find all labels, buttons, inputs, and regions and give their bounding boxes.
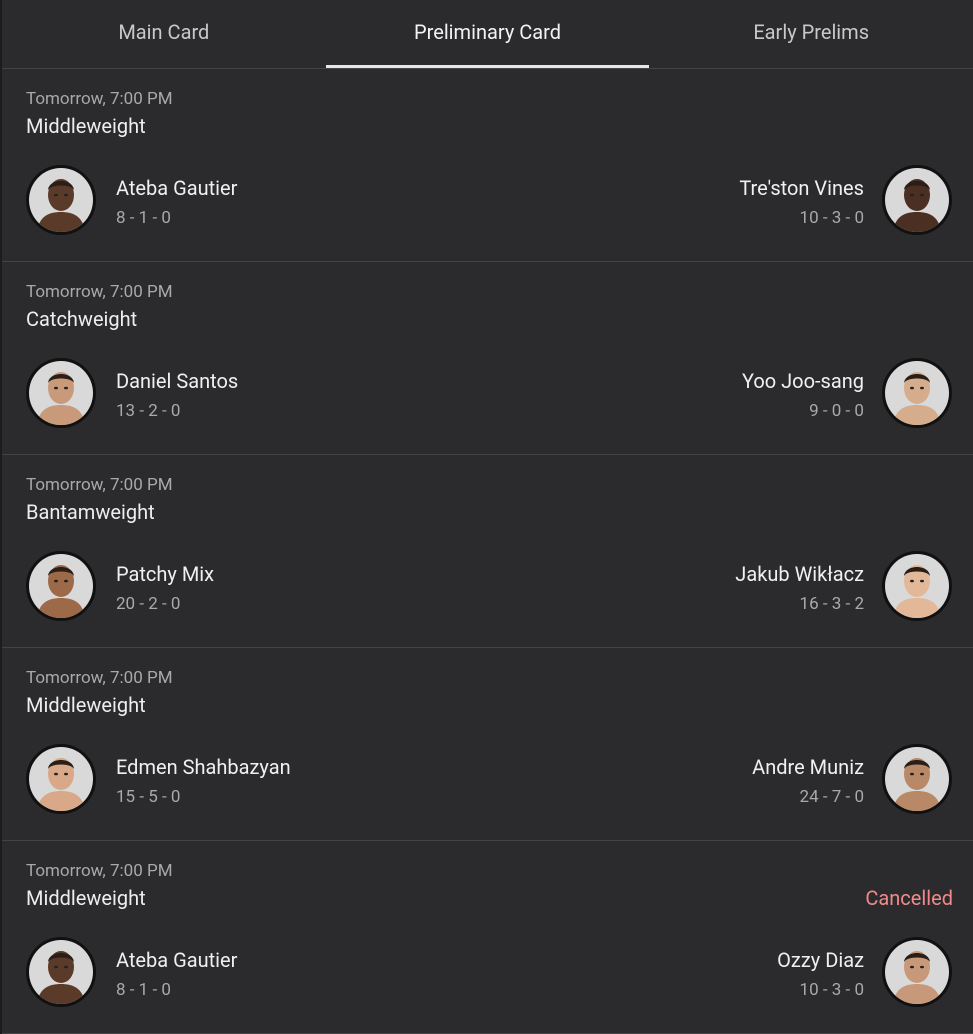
fighter-avatar-left[interactable] bbox=[26, 358, 96, 428]
fighter-avatar-right[interactable] bbox=[882, 358, 952, 428]
fighter-name-left[interactable]: Ateba Gautier bbox=[116, 176, 237, 200]
fighter-avatar-right[interactable] bbox=[882, 165, 952, 235]
card-tabs: Main Card Preliminary Card Early Prelims bbox=[2, 0, 973, 69]
headshot-icon bbox=[29, 168, 93, 232]
fighter-name-left[interactable]: Patchy Mix bbox=[116, 562, 214, 586]
fighter-record-right: 10 - 3 - 0 bbox=[799, 208, 864, 228]
fighter-avatar-left[interactable] bbox=[26, 551, 96, 621]
weight-class: Middleweight bbox=[26, 114, 146, 138]
fight-time: Tomorrow, 7:00 PM bbox=[26, 282, 173, 302]
fighter-record-left: 8 - 1 - 0 bbox=[116, 208, 171, 228]
fighter-avatar-right[interactable] bbox=[882, 937, 952, 1007]
fight-row[interactable]: Tomorrow, 7:00 PM Middleweight Ateba Gau… bbox=[2, 69, 973, 262]
fight-time: Tomorrow, 7:00 PM bbox=[26, 89, 173, 109]
tab-main-card[interactable]: Main Card bbox=[2, 0, 326, 68]
headshot-icon bbox=[885, 940, 949, 1004]
fighter-record-right: 16 - 3 - 2 bbox=[799, 594, 864, 614]
fight-row[interactable]: Tomorrow, 7:00 PM Middleweight Cancelled… bbox=[2, 841, 973, 1034]
fighter-name-left[interactable]: Daniel Santos bbox=[116, 369, 238, 393]
fighter-record-right: 9 - 0 - 0 bbox=[809, 401, 864, 421]
weight-class: Middleweight bbox=[26, 693, 146, 717]
headshot-icon bbox=[885, 747, 949, 811]
headshot-icon bbox=[885, 361, 949, 425]
fighter-record-right: 10 - 3 - 0 bbox=[799, 980, 864, 1000]
tab-preliminary-card[interactable]: Preliminary Card bbox=[325, 0, 650, 68]
weight-class: Middleweight bbox=[26, 886, 146, 910]
headshot-icon bbox=[29, 361, 93, 425]
headshot-icon bbox=[29, 940, 93, 1004]
fighter-record-right: 24 - 7 - 0 bbox=[799, 787, 864, 807]
fight-row[interactable]: Tomorrow, 7:00 PM Catchweight Daniel San… bbox=[2, 262, 973, 455]
fighter-name-right[interactable]: Ozzy Diaz bbox=[777, 948, 864, 972]
headshot-icon bbox=[885, 554, 949, 618]
fighter-record-left: 8 - 1 - 0 bbox=[116, 980, 171, 1000]
tab-early-prelims[interactable]: Early Prelims bbox=[649, 0, 973, 68]
fight-card-panel: Main Card Preliminary Card Early Prelims… bbox=[2, 0, 973, 1034]
fighter-name-left[interactable]: Edmen Shahbazyan bbox=[116, 755, 291, 779]
headshot-icon bbox=[885, 168, 949, 232]
headshot-icon bbox=[29, 554, 93, 618]
fighter-avatar-left[interactable] bbox=[26, 937, 96, 1007]
fight-row[interactable]: Tomorrow, 7:00 PM Middleweight Edmen Sha… bbox=[2, 648, 973, 841]
fighter-name-right[interactable]: Yoo Joo-sang bbox=[742, 369, 864, 393]
fighter-avatar-right[interactable] bbox=[882, 744, 952, 814]
weight-class: Catchweight bbox=[26, 307, 138, 331]
fighter-name-right[interactable]: Jakub Wikłacz bbox=[735, 562, 864, 586]
fighter-record-left: 15 - 5 - 0 bbox=[116, 787, 181, 807]
fight-time: Tomorrow, 7:00 PM bbox=[26, 475, 173, 495]
fighter-avatar-left[interactable] bbox=[26, 744, 96, 814]
fighter-name-right[interactable]: Tre'ston Vines bbox=[739, 176, 864, 200]
cancelled-status: Cancelled bbox=[865, 886, 953, 910]
headshot-icon bbox=[29, 747, 93, 811]
fighter-name-left[interactable]: Ateba Gautier bbox=[116, 948, 237, 972]
fighter-avatar-right[interactable] bbox=[882, 551, 952, 621]
fighter-avatar-left[interactable] bbox=[26, 165, 96, 235]
fighter-record-left: 20 - 2 - 0 bbox=[116, 594, 181, 614]
fighter-name-right[interactable]: Andre Muniz bbox=[752, 755, 864, 779]
fight-time: Tomorrow, 7:00 PM bbox=[26, 668, 173, 688]
fight-time: Tomorrow, 7:00 PM bbox=[26, 861, 173, 881]
fighter-record-left: 13 - 2 - 0 bbox=[116, 401, 181, 421]
fight-row[interactable]: Tomorrow, 7:00 PM Bantamweight Patchy Mi… bbox=[2, 455, 973, 648]
weight-class: Bantamweight bbox=[26, 500, 155, 524]
